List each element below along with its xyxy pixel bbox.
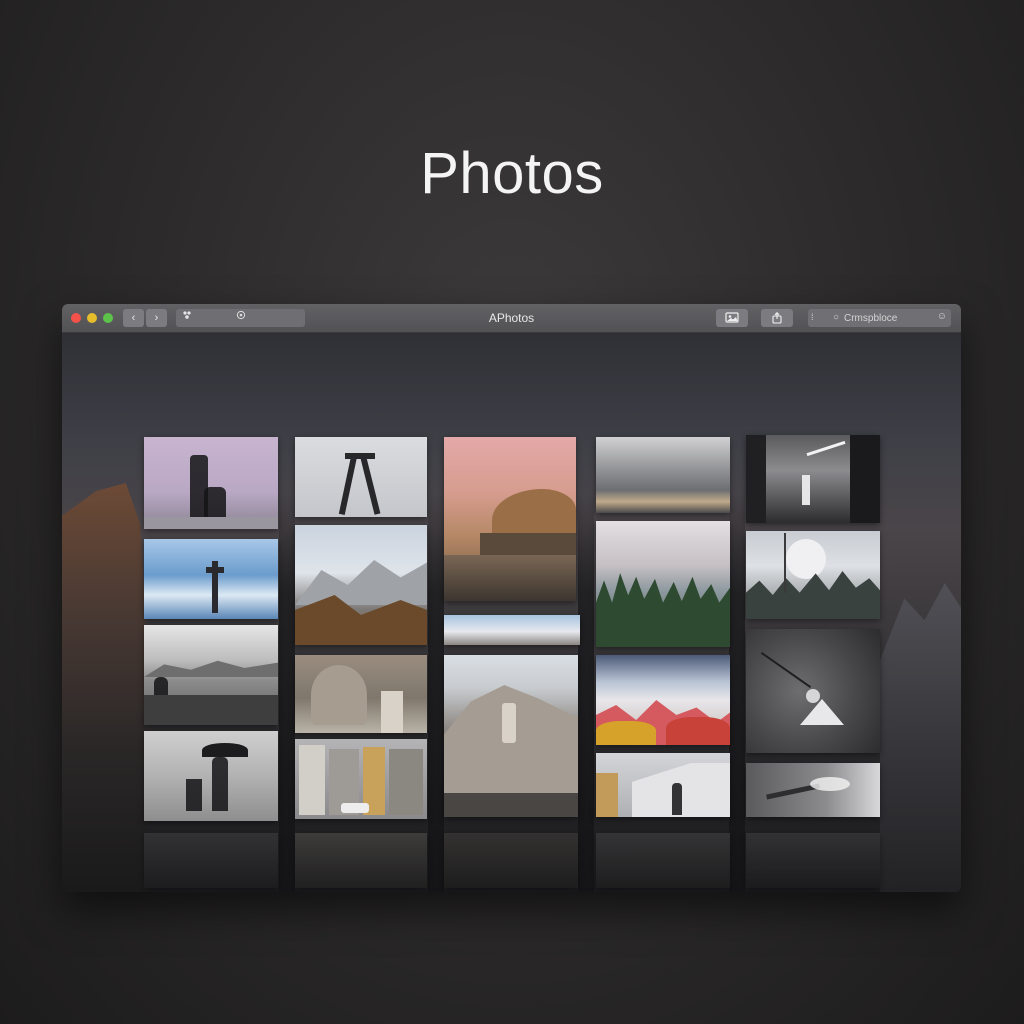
face-icon[interactable]: ☺ xyxy=(937,311,947,322)
chevron-right-icon: › xyxy=(154,312,159,324)
photo-thumbnail[interactable] xyxy=(746,763,880,817)
photo-thumbnail[interactable] xyxy=(144,437,278,529)
photo-thumbnail[interactable] xyxy=(444,437,576,601)
photo-thumbnail[interactable] xyxy=(596,655,730,745)
photo-thumbnail[interactable] xyxy=(444,615,580,645)
photo-thumbnail[interactable] xyxy=(746,629,880,753)
mountain-backdrop-right xyxy=(880,583,961,892)
photo-thumbnail-reflection xyxy=(444,833,578,888)
photo-thumbnail[interactable] xyxy=(746,531,880,619)
share-button[interactable] xyxy=(761,309,793,327)
mountain-backdrop-left xyxy=(62,483,147,892)
photo-thumbnail-reflection xyxy=(746,833,880,888)
photo-view-button[interactable] xyxy=(716,309,748,327)
photo-thumbnail[interactable] xyxy=(596,753,730,817)
photo-thumbnail[interactable] xyxy=(444,655,578,817)
photo-thumbnail[interactable] xyxy=(295,525,427,645)
photo-thumbnail[interactable] xyxy=(144,625,278,725)
photo-thumbnail-reflection xyxy=(596,833,730,888)
chevron-left-icon: ‹ xyxy=(131,312,136,324)
people-icon[interactable] xyxy=(182,309,192,327)
photo-thumbnail[interactable] xyxy=(295,437,427,517)
forward-button[interactable]: › xyxy=(146,309,167,327)
search-field[interactable]: ⁞ ○ ☺ xyxy=(808,309,951,327)
photo-thumbnail[interactable] xyxy=(295,739,427,819)
column-divider xyxy=(279,493,295,892)
share-icon xyxy=(772,312,782,324)
photo-thumbnail[interactable] xyxy=(596,437,730,513)
title-bar: APhotos ‹ › ⁞ ○ ☺ xyxy=(62,304,961,333)
photo-grid-area xyxy=(62,333,961,892)
column-divider xyxy=(428,493,444,892)
view-segment-control[interactable] xyxy=(176,309,305,327)
photo-view-icon xyxy=(725,312,739,323)
search-input[interactable] xyxy=(844,311,924,325)
page-heading: Photos xyxy=(420,141,604,206)
photo-thumbnail-reflection xyxy=(295,833,427,888)
search-icon: ○ xyxy=(833,312,840,323)
photo-thumbnail[interactable] xyxy=(144,731,278,821)
photo-thumbnail[interactable] xyxy=(144,539,278,619)
photos-window: APhotos ‹ › ⁞ ○ ☺ xyxy=(62,304,961,892)
photo-thumbnail-reflection xyxy=(144,833,278,888)
photo-thumbnail[interactable] xyxy=(746,435,880,523)
photo-thumbnail[interactable] xyxy=(295,655,427,733)
search-menu-icon[interactable]: ⁞ xyxy=(811,312,814,322)
back-button[interactable]: ‹ xyxy=(123,309,144,327)
tag-icon[interactable] xyxy=(236,309,246,327)
photo-thumbnail[interactable] xyxy=(596,521,730,647)
column-divider xyxy=(729,493,745,892)
column-divider xyxy=(578,493,594,892)
